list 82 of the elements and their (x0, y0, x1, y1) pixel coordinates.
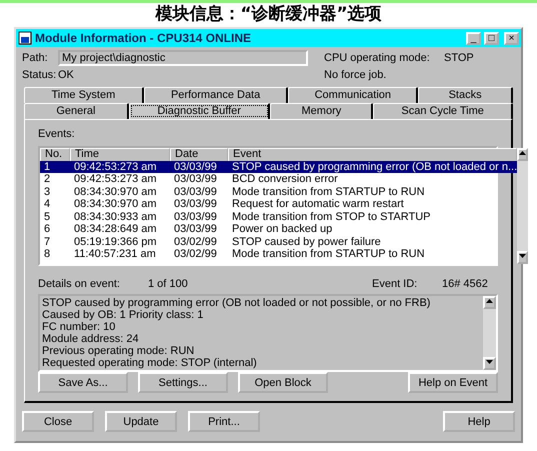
scroll-down-icon[interactable] (486, 360, 493, 364)
table-cell[interactable]: 03/03/99 (170, 173, 228, 186)
table-cell[interactable]: BCD conversion error (228, 173, 518, 186)
detail-line: STOP caused by programming error (OB not loaded or not possible, or no FRB) (42, 297, 432, 309)
tab[interactable]: Stacks (418, 87, 513, 103)
window-title: Module Information - CPU314 ONLINE (35, 31, 252, 45)
table-cell[interactable]: 08:34:30:970 am (70, 186, 170, 198)
dialog-button[interactable]: Close (22, 411, 94, 432)
tab[interactable]: Memory (270, 103, 374, 119)
scroll-up-icon[interactable] (519, 151, 526, 155)
minimize-button[interactable]: _ (466, 32, 481, 44)
table-cell[interactable]: Mode transition from STARTUP to RUN (228, 186, 518, 198)
events-label: Events: (38, 128, 76, 140)
scrollbar[interactable] (517, 148, 528, 264)
table-cell[interactable]: 08:34:30:970 am (70, 198, 170, 210)
tab[interactable]: Diagnostic Buffer (128, 103, 270, 119)
tab[interactable]: Communication (288, 87, 418, 103)
table-cell[interactable]: 05:19:19:366 pm (70, 236, 170, 248)
table-cell[interactable]: 09:42:53:273 am (70, 160, 170, 173)
table-cell[interactable]: Request for automatic warm restart (228, 198, 518, 210)
scrollbar[interactable] (483, 296, 496, 370)
table-cell[interactable]: 7 (40, 236, 70, 248)
dialog-button[interactable]: Save As... (38, 372, 128, 393)
status-label: Status: (22, 69, 58, 81)
table-cell[interactable]: 5 (40, 210, 70, 223)
event-position: 1 of 100 (148, 278, 189, 292)
force-status: No force job. (324, 69, 388, 81)
dialog-button[interactable]: Settings... (138, 372, 228, 393)
tab[interactable]: Performance Data (144, 87, 288, 103)
event-id-label: Event ID: (372, 278, 418, 292)
page-heading: 模块信息：“诊断缓冲器”选项 (155, 3, 382, 25)
detail-line: Previous operating mode: RUN (42, 345, 196, 357)
column-header[interactable]: Time (70, 148, 170, 162)
table-cell[interactable]: 03/03/99 (170, 210, 228, 223)
table-cell[interactable]: 08:34:30:933 am (70, 210, 170, 223)
detail-line: Module address: 24 (42, 333, 140, 345)
column-header[interactable]: Date (170, 148, 228, 162)
dialog-button[interactable]: Open Block (238, 372, 328, 393)
tab[interactable]: General (24, 103, 129, 119)
table-cell[interactable]: Power on backed up (228, 223, 518, 236)
details-label: Details on event: (38, 278, 121, 292)
table-cell[interactable]: STOP caused by programming error (OB not loaded or n... (228, 160, 518, 173)
status-value: OK (58, 69, 75, 81)
dialog-button[interactable]: Print... (188, 411, 260, 432)
table-cell[interactable]: 03/02/99 (170, 248, 228, 260)
detail-line: FC number: 10 (42, 321, 116, 333)
table-cell[interactable]: 09:42:53:273 am (70, 173, 170, 186)
scroll-down-icon[interactable] (519, 254, 526, 258)
table-cell[interactable]: 3 (40, 186, 70, 198)
table-cell[interactable]: 6 (40, 223, 70, 236)
tab[interactable]: Scan Cycle Time (373, 103, 513, 119)
path-field[interactable]: My project\diagnostic (58, 50, 308, 66)
column-header[interactable]: Event (228, 148, 518, 162)
dialog-button[interactable]: Update (105, 411, 177, 432)
detail-line: Requested operating mode: STOP (internal) (42, 357, 258, 369)
dialog-button[interactable]: Help (443, 411, 515, 432)
module-icon (18, 31, 32, 45)
mode-value: STOP (444, 52, 475, 64)
tab[interactable]: Time System (24, 87, 144, 103)
table-cell[interactable]: 8 (40, 248, 70, 260)
path-label: Path: (22, 52, 49, 64)
dialog-button[interactable]: Help on Event (408, 372, 498, 393)
column-header[interactable]: No. (40, 148, 70, 162)
maximize-button[interactable]: □ (484, 32, 499, 44)
mode-label: CPU operating mode: (324, 52, 431, 64)
table-cell[interactable]: Mode transition from STARTUP to RUN (228, 248, 518, 260)
table-cell[interactable]: 03/03/99 (170, 186, 228, 198)
table-cell[interactable]: 03/03/99 (170, 223, 228, 236)
close-button[interactable]: × (504, 32, 519, 44)
table-cell[interactable]: 4 (40, 198, 70, 210)
table-cell[interactable]: 1 (40, 160, 70, 173)
detail-line: Caused by OB: 1 Priority class: 1 (42, 309, 204, 321)
table-cell[interactable]: STOP caused by power failure (228, 236, 518, 248)
table-cell[interactable]: 11:40:57:231 am (70, 248, 170, 260)
table-cell[interactable]: 08:34:28:649 am (70, 223, 170, 236)
scroll-up-icon[interactable] (486, 299, 493, 303)
table-cell[interactable]: 03/02/99 (170, 236, 228, 248)
event-id-value: 16# 4562 (442, 278, 488, 292)
table-cell[interactable]: 03/03/99 (170, 198, 228, 210)
table-cell[interactable]: Mode transition from STOP to STARTUP (228, 210, 518, 223)
table-cell[interactable]: 03/03/99 (170, 160, 228, 173)
table-cell[interactable]: 2 (40, 173, 70, 186)
